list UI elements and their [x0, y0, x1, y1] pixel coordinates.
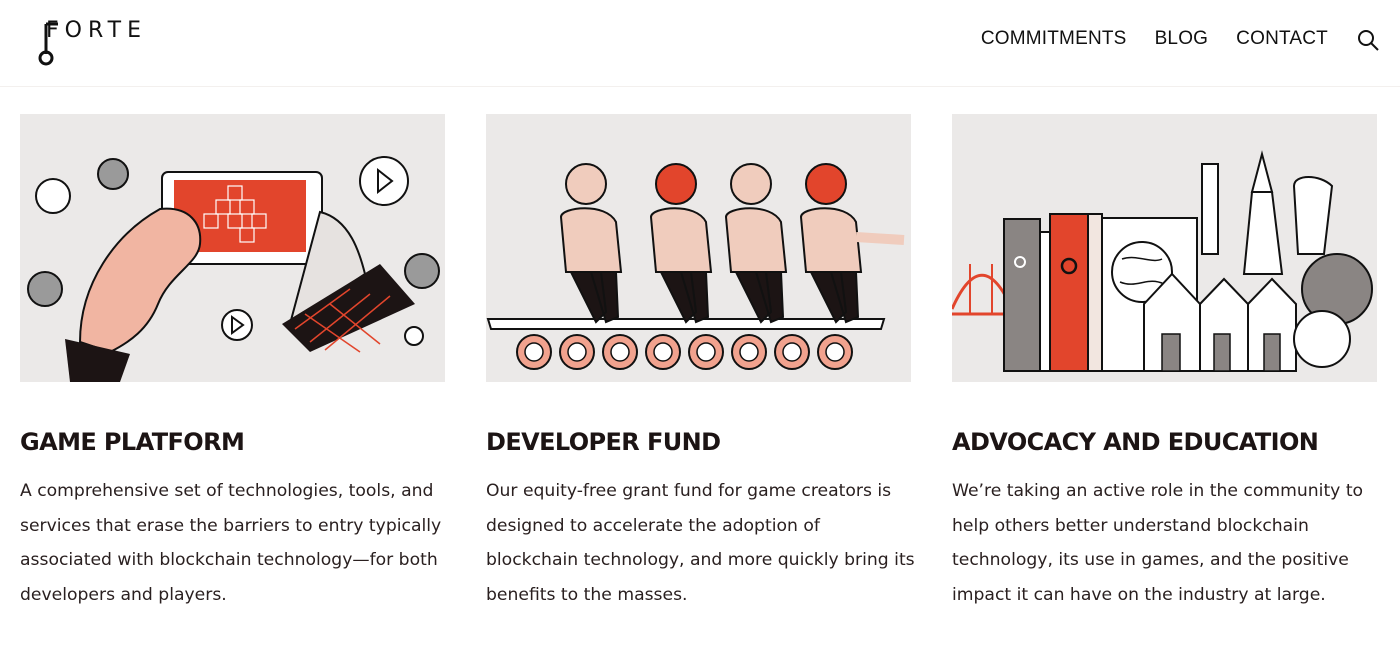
main-nav: COMMITMENTS BLOG CONTACT — [981, 28, 1328, 50]
card-title: ADVOCACY AND EDUCATION — [952, 428, 1319, 456]
books-and-city-illustration — [952, 114, 1377, 382]
card-description: We’re taking an active role in the commu… — [952, 481, 1364, 605]
card-title: GAME PLATFORM — [20, 428, 245, 456]
brand-name: FORTE — [46, 18, 147, 43]
hands-holding-phone-blockchain-illustration — [20, 114, 445, 382]
site-header: FORTE COMMITMENTS BLOG CONTACT — [0, 0, 1400, 87]
nav-commitments[interactable]: COMMITMENTS — [981, 28, 1127, 50]
card-title: DEVELOPER FUND — [486, 428, 721, 456]
nav-blog[interactable]: BLOG — [1155, 28, 1209, 50]
card-description: A comprehensive set of technologies, too… — [20, 481, 442, 605]
nav-contact[interactable]: CONTACT — [1236, 28, 1328, 50]
card-description: Our equity-free grant fund for game crea… — [486, 481, 915, 605]
search-icon[interactable] — [1356, 28, 1380, 52]
card-game-platform: GAME PLATFORM A comprehensive set of tec… — [20, 114, 445, 605]
card-advocacy-education: ADVOCACY AND EDUCATION We’re taking an a… — [952, 114, 1377, 605]
forte-logo[interactable]: FORTE — [36, 18, 156, 68]
card-developer-fund: DEVELOPER FUND Our equity-free grant fun… — [486, 114, 915, 605]
people-on-conveyor-belt-illustration — [486, 114, 911, 382]
